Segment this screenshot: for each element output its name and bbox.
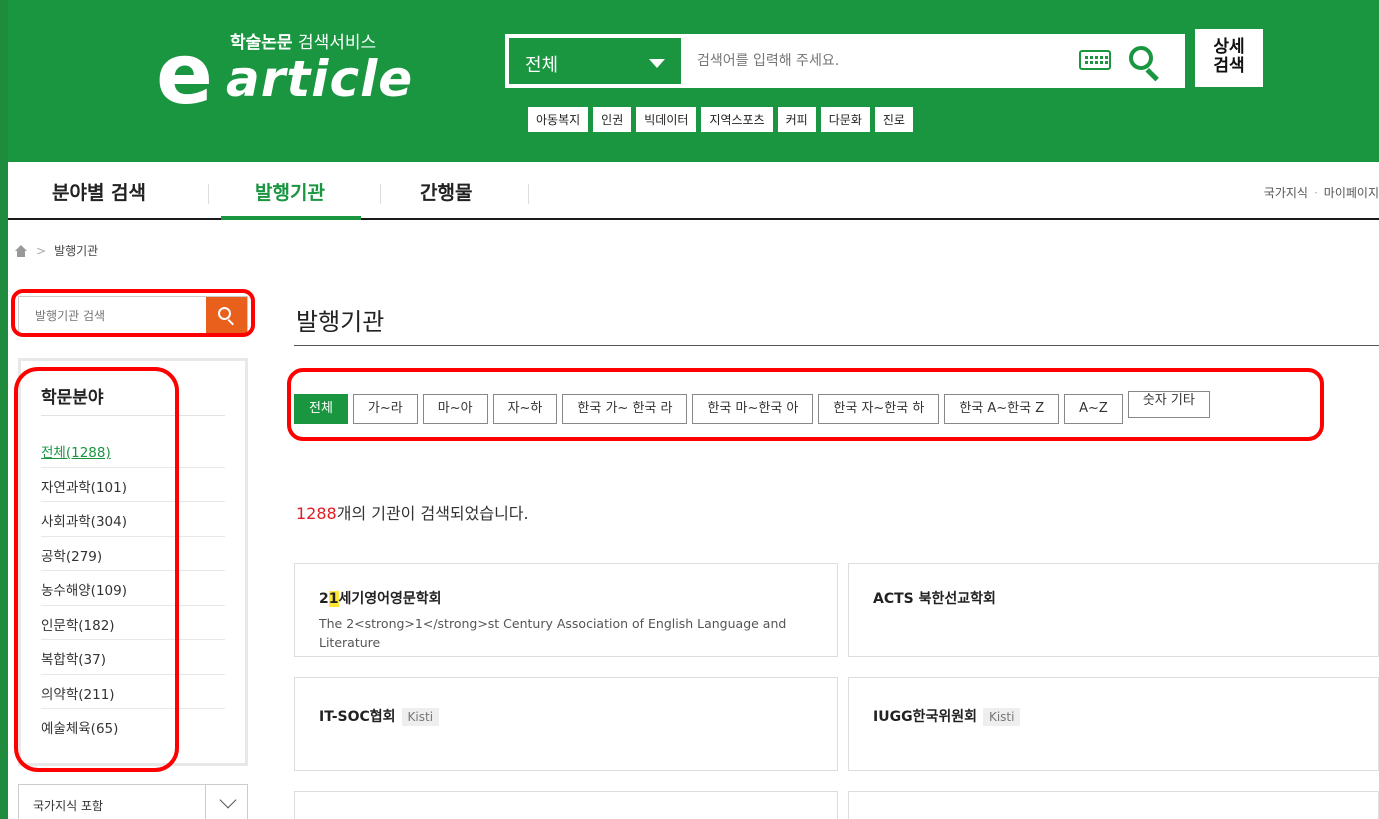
- keyword-tag[interactable]: 커피: [777, 107, 816, 132]
- result-count-number: 1288: [296, 504, 337, 523]
- caret-down-icon: [649, 59, 665, 68]
- field-item-arts-sports[interactable]: 예술체육(65): [41, 709, 225, 744]
- result-count-text: 개의 기관이 검색되었습니다.: [336, 504, 529, 523]
- publisher-card[interactable]: IT-SOC협회 Kisti: [294, 677, 838, 771]
- publisher-name-text: IUGG한국위원회: [873, 709, 977, 725]
- keyword-tag[interactable]: 빅데이터: [636, 107, 697, 132]
- include-select-value: 국가지식 포함: [33, 799, 104, 813]
- publisher-search-box: [18, 296, 248, 336]
- chevron-right-icon: >: [36, 243, 47, 258]
- main-nav: 분야별 검색 발행기관 간행물 국가지식 · 마이페이지: [8, 162, 1379, 220]
- logo-letter-e: e: [156, 25, 213, 123]
- filter-number-etc[interactable]: 숫자 기타: [1127, 391, 1210, 418]
- keyword-tag[interactable]: 인권: [593, 107, 632, 132]
- search-icon: [218, 307, 231, 320]
- title-divider: [294, 345, 1379, 346]
- keyword-tag[interactable]: 진로: [874, 107, 913, 132]
- logo-word: article: [226, 50, 414, 108]
- filter-ga-ra[interactable]: 가~라: [352, 394, 418, 424]
- publisher-card[interactable]: ACTS 북한선교학회: [848, 563, 1379, 657]
- home-icon[interactable]: [14, 244, 28, 257]
- keyboard-icon[interactable]: [1079, 50, 1111, 70]
- filter-ma-a[interactable]: 마~아: [422, 394, 488, 424]
- result-count: 1288개의 기관이 검색되었습니다.: [296, 500, 529, 524]
- utility-links: 국가지식 · 마이페이지: [1264, 184, 1379, 201]
- publisher-card[interactable]: [294, 791, 838, 819]
- publisher-search-button[interactable]: [206, 297, 247, 335]
- filter-ja-ha[interactable]: 자~하: [492, 394, 558, 424]
- popular-keyword-tags: 아동복지 인권 빅데이터 지역스포츠 커피 다문화 진로: [528, 107, 913, 132]
- field-item-medicine[interactable]: 의약학(211): [41, 675, 225, 709]
- field-item-all[interactable]: 전체(1288): [41, 433, 225, 468]
- academic-field-panel: 학문분야 전체(1288) 자연과학(101) 사회과학(304) 공학(279…: [18, 358, 248, 766]
- filter-korea-a-z[interactable]: 한국 A~한국 Z: [944, 394, 1060, 424]
- publisher-card[interactable]: IUGG한국위원회 Kisti: [848, 677, 1379, 771]
- divider: [41, 415, 225, 416]
- search-scope-select[interactable]: 전체: [507, 36, 683, 86]
- advanced-search-button[interactable]: 상세 검색: [1195, 29, 1263, 87]
- nav-periodicals[interactable]: 간행물: [420, 178, 472, 205]
- publisher-name-part: 2: [319, 591, 329, 607]
- field-panel-title: 학문분야: [41, 388, 104, 408]
- filter-all[interactable]: 전체: [294, 394, 348, 424]
- publisher-name: IT-SOC협회 Kisti: [319, 706, 440, 726]
- search-scope-value: 전체: [525, 55, 559, 76]
- select-divider: [205, 785, 206, 819]
- publisher-card[interactable]: 21세기영어영문학회 The 2<strong>1</strong>st Cen…: [294, 563, 838, 657]
- keyword-tag[interactable]: 지역스포츠: [701, 107, 773, 132]
- breadcrumb-current: 발행기관: [54, 244, 99, 258]
- filter-korea-ja-ha[interactable]: 한국 자~한국 하: [818, 394, 940, 424]
- publisher-card[interactable]: [848, 791, 1379, 819]
- nav-active-underline: [221, 216, 361, 220]
- field-item-social-science[interactable]: 사회과학(304): [41, 502, 225, 537]
- publisher-search-input[interactable]: [19, 297, 207, 335]
- filter-a-z[interactable]: A~Z: [1064, 394, 1123, 424]
- advanced-search-label-2: 검색: [1213, 56, 1245, 76]
- nav-divider: [528, 184, 529, 204]
- filter-korea-ma-a[interactable]: 한국 마~한국 아: [692, 394, 814, 424]
- nav-field-search[interactable]: 분야별 검색: [52, 178, 146, 205]
- main-search-bar: 전체: [505, 34, 1185, 88]
- main-search-input[interactable]: [685, 36, 1075, 86]
- filter-korea-ga-ra[interactable]: 한국 가~ 한국 라: [562, 394, 688, 424]
- search-icon[interactable]: [1127, 44, 1163, 82]
- field-item-interdisciplinary[interactable]: 복합학(37): [41, 640, 225, 675]
- nav-publishers[interactable]: 발행기관: [255, 178, 325, 205]
- nav-divider: [380, 184, 381, 204]
- link-mypage[interactable]: 마이페이지: [1324, 186, 1379, 200]
- nav-divider: [208, 184, 209, 204]
- field-list: 전체(1288) 자연과학(101) 사회과학(304) 공학(279) 농수해…: [41, 433, 225, 744]
- site-header: e 학술논문 검색서비스 article 전체 상세 검색 아동복지 인권 빅데…: [8, 0, 1379, 162]
- left-edge-bar: [0, 0, 8, 819]
- field-item-agriculture-fisheries[interactable]: 농수해양(109): [41, 571, 225, 606]
- index-filter-bar: 전체 가~라 마~아 자~하 한국 가~ 한국 라 한국 마~한국 아 한국 자…: [294, 391, 1304, 424]
- earticle-logo[interactable]: e 학술논문 검색서비스 article: [156, 28, 456, 116]
- field-item-humanities[interactable]: 인문학(182): [41, 606, 225, 640]
- publisher-name: IUGG한국위원회 Kisti: [873, 706, 1021, 726]
- chevron-down-icon: [219, 791, 237, 809]
- publisher-name-part: 세기영어영문학회: [338, 591, 442, 607]
- search-highlight: 1: [328, 591, 339, 607]
- publisher-english-name: The 2<strong>1</strong>st Century Associ…: [319, 616, 787, 650]
- publisher-name-text: IT-SOC협회: [319, 709, 396, 725]
- field-item-engineering[interactable]: 공학(279): [41, 537, 225, 571]
- advanced-search-label-1: 상세: [1213, 37, 1245, 57]
- field-item-natural-science[interactable]: 자연과학(101): [41, 468, 225, 502]
- source-badge: Kisti: [401, 708, 440, 726]
- link-separator: ·: [1313, 186, 1318, 200]
- publisher-name: ACTS 북한선교학회: [873, 591, 996, 607]
- page-title: 발행기관: [296, 308, 385, 336]
- keyword-tag[interactable]: 아동복지: [528, 107, 589, 132]
- link-national-knowledge[interactable]: 국가지식: [1264, 186, 1308, 200]
- keyword-tag[interactable]: 다문화: [820, 107, 870, 132]
- source-badge: Kisti: [982, 708, 1021, 726]
- include-national-knowledge-select[interactable]: 국가지식 포함: [18, 784, 248, 819]
- publisher-name: 21세기영어영문학회: [319, 588, 442, 608]
- breadcrumb: > 발행기관: [14, 242, 98, 259]
